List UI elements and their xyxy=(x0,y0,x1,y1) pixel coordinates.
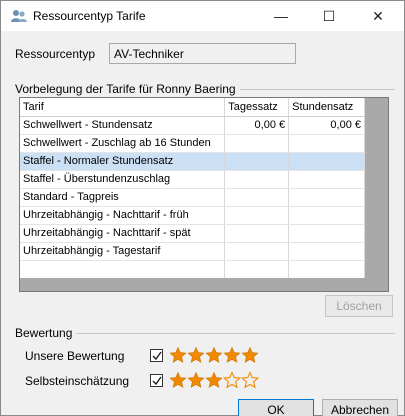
cell-tarif[interactable]: Staffel - Überstundenzuschlag xyxy=(20,170,226,189)
table-row[interactable]: Uhrzeitabhängig - Tagestarif xyxy=(20,242,365,261)
star-empty-icon[interactable] xyxy=(223,370,241,390)
cell-stundensatz[interactable]: 0,00 € xyxy=(288,116,365,135)
window-title: Ressourcentyp Tarife xyxy=(33,9,146,23)
ressourcentyp-label: Ressourcentyp xyxy=(15,47,96,61)
rating-label: Unsere Bewertung xyxy=(25,349,125,363)
cell-stundensatz[interactable] xyxy=(288,242,365,261)
star-filled-icon[interactable] xyxy=(223,345,241,365)
star-rating[interactable] xyxy=(169,370,259,390)
cell-stundensatz[interactable] xyxy=(288,224,365,243)
star-filled-icon[interactable] xyxy=(241,345,259,365)
dialog-window: Ressourcentyp Tarife — ☐ ✕ Ressourcentyp… xyxy=(0,0,405,416)
star-empty-icon[interactable] xyxy=(241,370,259,390)
delete-button[interactable]: Löschen xyxy=(325,295,393,317)
table-row[interactable]: Uhrzeitabhängig - Nachttarif - spät xyxy=(20,224,365,243)
tarife-group-title: Vorbelegung der Tarife für Ronny Baering xyxy=(15,82,240,96)
star-filled-icon[interactable] xyxy=(187,370,205,390)
table-row[interactable]: Standard - Tagpreis xyxy=(20,188,365,207)
close-button[interactable]: ✕ xyxy=(355,1,401,31)
ok-button[interactable]: OK xyxy=(238,399,314,416)
column-header-stundensatz[interactable]: Stundensatz xyxy=(288,98,365,117)
empty-cell xyxy=(20,260,226,278)
table-row[interactable]: Staffel - Normaler Stundensatz xyxy=(20,152,365,171)
empty-cell xyxy=(224,260,290,278)
star-filled-icon[interactable] xyxy=(205,345,223,365)
table-row[interactable]: Schwellwert - Zuschlag ab 16 Stunden xyxy=(20,134,365,153)
cell-tagessatz[interactable] xyxy=(224,188,290,207)
empty-cell xyxy=(288,260,365,278)
rating-label: Selbsteinschätzung xyxy=(25,374,130,388)
cell-tagessatz[interactable] xyxy=(224,152,290,171)
cell-tarif[interactable]: Uhrzeitabhängig - Nachttarif - früh xyxy=(20,206,226,225)
cell-tagessatz[interactable] xyxy=(224,224,290,243)
cell-stundensatz[interactable] xyxy=(288,206,365,225)
cell-stundensatz[interactable] xyxy=(288,170,365,189)
column-header-tagessatz[interactable]: Tagessatz xyxy=(224,98,290,117)
cell-tagessatz[interactable]: 0,00 € xyxy=(224,116,290,135)
table-empty-row xyxy=(20,260,365,278)
star-filled-icon[interactable] xyxy=(169,370,187,390)
cell-tarif[interactable]: Uhrzeitabhängig - Tagestarif xyxy=(20,242,226,261)
table-row[interactable]: Schwellwert - Stundensatz 0,00 €0,00 € xyxy=(20,116,365,135)
column-header-tarif[interactable]: Tarif xyxy=(20,98,226,117)
cell-tagessatz[interactable] xyxy=(224,242,290,261)
cell-tarif[interactable]: Standard - Tagpreis xyxy=(20,188,226,207)
cell-tarif[interactable]: Schwellwert - Stundensatz xyxy=(20,116,226,135)
cell-stundensatz[interactable] xyxy=(288,188,365,207)
cell-tagessatz[interactable] xyxy=(224,134,290,153)
table-header-row: Tarif Tagessatz Stundensatz xyxy=(20,98,365,117)
cancel-button[interactable]: Abbrechen xyxy=(322,399,398,416)
ressourcentyp-field: AV-Techniker xyxy=(109,43,296,64)
star-filled-icon[interactable] xyxy=(205,370,223,390)
table-row[interactable]: Staffel - Überstundenzuschlag xyxy=(20,170,365,189)
star-filled-icon[interactable] xyxy=(187,345,205,365)
star-rating[interactable] xyxy=(169,345,259,365)
rating-checkbox[interactable] xyxy=(150,374,163,387)
tarife-table[interactable]: Tarif Tagessatz Stundensatz Schwellwert … xyxy=(19,97,389,292)
people-icon xyxy=(11,9,27,23)
cell-tarif[interactable]: Staffel - Normaler Stundensatz xyxy=(20,152,226,171)
ressourcentyp-row: Ressourcentyp AV-Techniker xyxy=(15,43,395,65)
cell-tarif[interactable]: Schwellwert - Zuschlag ab 16 Stunden xyxy=(20,134,226,153)
title-bar[interactable]: Ressourcentyp Tarife — ☐ ✕ xyxy=(1,1,404,31)
star-filled-icon[interactable] xyxy=(169,345,187,365)
maximize-button[interactable]: ☐ xyxy=(306,1,352,31)
rating-row: Selbsteinschätzung xyxy=(25,370,325,392)
table-row[interactable]: Uhrzeitabhängig - Nachttarif - früh xyxy=(20,206,365,225)
rating-checkbox[interactable] xyxy=(150,349,163,362)
cell-stundensatz[interactable] xyxy=(288,152,365,171)
cell-stundensatz[interactable] xyxy=(288,134,365,153)
cell-tagessatz[interactable] xyxy=(224,170,290,189)
bewertung-group-title: Bewertung xyxy=(15,326,77,340)
rating-row: Unsere Bewertung xyxy=(25,345,325,367)
cell-tagessatz[interactable] xyxy=(224,206,290,225)
minimize-button[interactable]: — xyxy=(258,1,304,31)
cell-tarif[interactable]: Uhrzeitabhängig - Nachttarif - spät xyxy=(20,224,226,243)
